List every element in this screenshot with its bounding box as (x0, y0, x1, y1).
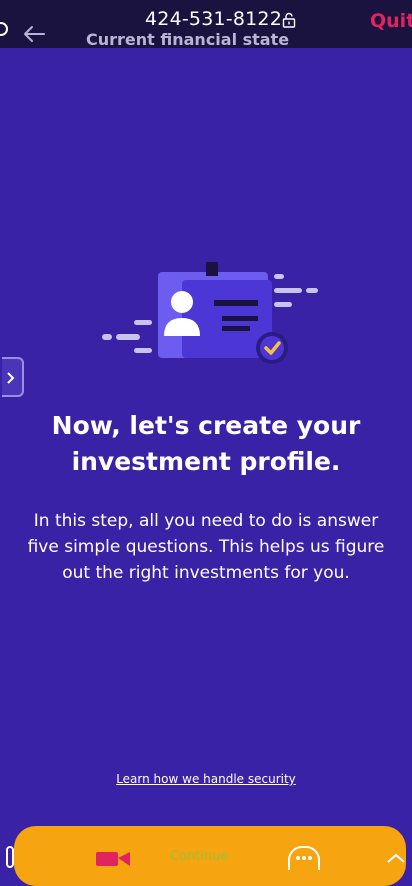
id-card-illustration (102, 262, 318, 364)
headline: Now, let's create your investment profil… (51, 411, 361, 476)
nav-right-icon[interactable] (386, 852, 406, 864)
motion-lines-right (274, 274, 318, 307)
back-arrow-icon[interactable] (22, 24, 46, 44)
nav-left-button[interactable] (6, 846, 14, 868)
page-subtitle: Current financial state (86, 30, 290, 49)
chevron-right-icon (7, 372, 15, 384)
checkmark-badge-icon (256, 332, 288, 364)
phone-number: 424-531-8122 (145, 8, 282, 30)
continue-label: Continue (170, 849, 229, 864)
lock-icon (282, 12, 296, 28)
motion-lines-left (102, 320, 152, 353)
quit-button[interactable]: Quit (370, 10, 412, 32)
side-panel-handle[interactable] (2, 357, 24, 397)
more-icon[interactable] (288, 846, 320, 870)
security-link[interactable]: Learn how we handle security (0, 772, 412, 786)
description: In this step, all you need to do is answ… (27, 511, 385, 583)
